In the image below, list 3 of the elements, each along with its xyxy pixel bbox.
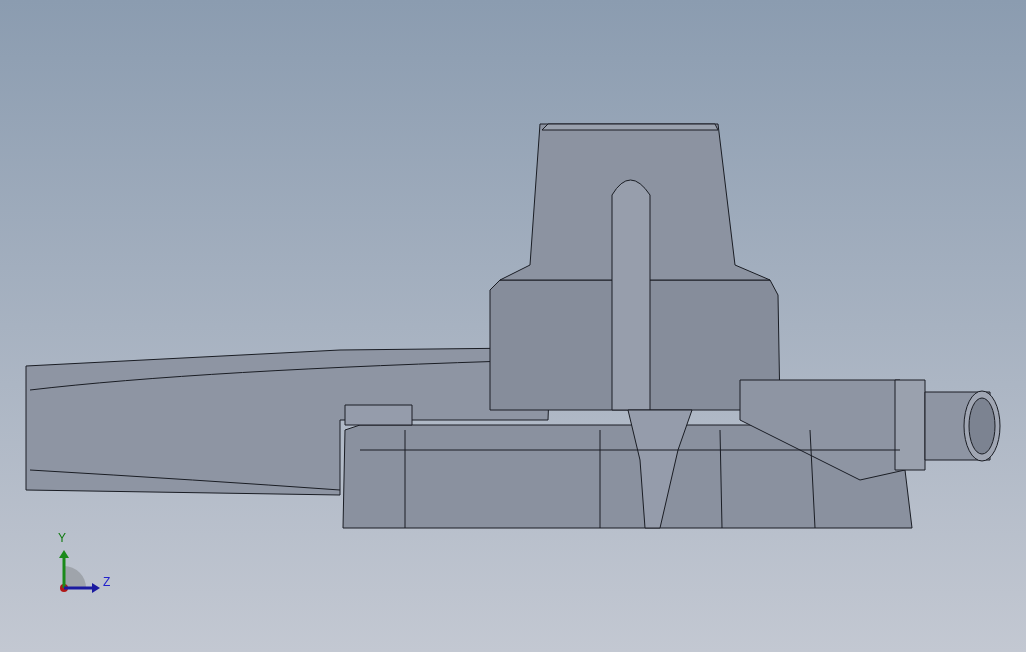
y-axis-label: Y xyxy=(58,532,66,544)
axis-triad-icon xyxy=(56,548,102,594)
z-axis-label: Z xyxy=(103,576,111,588)
